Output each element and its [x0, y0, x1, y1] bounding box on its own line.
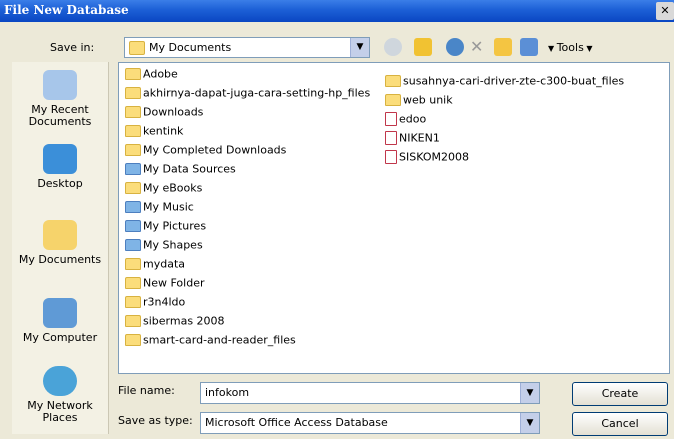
list-item[interactable]: susahnya-cari-driver-zte-c300-buat_files	[385, 74, 624, 92]
recent-documents-icon	[43, 70, 77, 100]
file-name-input[interactable]: infokom ▼	[200, 382, 540, 404]
new-folder-icon[interactable]	[494, 38, 512, 56]
list-item[interactable]: kentink	[125, 124, 183, 142]
cancel-button[interactable]: Cancel	[572, 412, 668, 436]
places-bar: My Recent Documents Desktop My Documents…	[12, 62, 109, 434]
my-computer-icon	[43, 298, 77, 328]
search-web-icon[interactable]	[446, 38, 464, 56]
folder-icon	[129, 41, 145, 55]
pictures-folder-icon	[125, 220, 141, 232]
my-documents-icon	[43, 220, 77, 250]
file-name-label: File name:	[118, 384, 175, 397]
delete-icon[interactable]: ✕	[470, 38, 488, 56]
place-label: My Recent Documents	[28, 103, 92, 128]
title-bar[interactable]: File New Database ✕	[0, 0, 674, 22]
save-as-type-select[interactable]: Microsoft Office Access Database ▼	[200, 412, 540, 434]
save-in-value: My Documents	[149, 41, 232, 54]
place-my-documents[interactable]: My Documents	[12, 220, 108, 266]
desktop-icon	[43, 144, 77, 174]
list-item[interactable]: web unik	[385, 93, 453, 111]
place-label: Desktop	[37, 177, 83, 190]
list-item[interactable]: New Folder	[125, 276, 204, 294]
list-item[interactable]: smart-card-and-reader_files	[125, 333, 296, 351]
folder-icon	[125, 125, 141, 137]
list-item[interactable]: edoo	[385, 112, 426, 130]
window-title: File New Database	[4, 3, 129, 17]
folder-icon	[385, 75, 401, 87]
views-icon[interactable]	[520, 38, 538, 56]
folder-icon	[125, 182, 141, 194]
list-item[interactable]: My Pictures	[125, 219, 206, 237]
list-item[interactable]: NIKEN1	[385, 131, 440, 149]
place-label: My Computer	[22, 331, 98, 344]
list-item[interactable]: My Music	[125, 200, 194, 218]
shapes-folder-icon	[125, 239, 141, 251]
folder-icon	[125, 87, 141, 99]
list-item[interactable]: My Shapes	[125, 238, 203, 256]
folder-icon	[125, 277, 141, 289]
chevron-down-icon: ▼	[548, 44, 557, 53]
network-places-icon	[43, 366, 77, 396]
list-item[interactable]: Adobe	[125, 67, 178, 85]
create-button[interactable]: Create	[572, 382, 668, 406]
access-file-icon	[385, 150, 397, 164]
folder-icon	[125, 68, 141, 80]
file-name-value: infokom	[205, 386, 250, 399]
chevron-down-icon[interactable]: ▼	[520, 413, 539, 433]
place-my-computer[interactable]: My Computer	[12, 298, 108, 344]
save-as-type-value: Microsoft Office Access Database	[205, 416, 388, 429]
list-item[interactable]: r3n4ldo	[125, 295, 185, 313]
place-my-network-places[interactable]: My Network Places	[12, 366, 108, 424]
chevron-down-icon[interactable]: ▼	[520, 383, 539, 403]
folder-icon	[125, 334, 141, 346]
save-in-dropdown[interactable]: My Documents ▼	[124, 37, 370, 58]
list-item[interactable]: mydata	[125, 257, 185, 275]
list-item[interactable]: My eBooks	[125, 181, 202, 199]
folder-icon	[125, 258, 141, 270]
list-item[interactable]: SISKOM2008	[385, 150, 469, 168]
place-my-recent-documents[interactable]: My Recent Documents	[12, 70, 108, 128]
back-icon[interactable]	[384, 38, 402, 56]
access-file-icon	[385, 112, 397, 126]
access-file-icon	[385, 131, 397, 145]
music-folder-icon	[125, 201, 141, 213]
list-item[interactable]: akhirnya-dapat-juga-cara-setting-hp_file…	[125, 86, 370, 104]
place-label: My Network Places	[27, 399, 93, 424]
close-button[interactable]: ✕	[656, 2, 674, 20]
data-sources-icon	[125, 163, 141, 175]
list-item[interactable]: Downloads	[125, 105, 203, 123]
tools-menu[interactable]: ▼ Tools ▼	[548, 41, 593, 54]
save-in-label: Save in:	[50, 41, 95, 54]
folder-icon	[125, 106, 141, 118]
folder-icon	[385, 94, 401, 106]
place-label: My Documents	[18, 253, 102, 266]
chevron-down-icon[interactable]: ▼	[350, 38, 369, 57]
place-desktop[interactable]: Desktop	[12, 144, 108, 190]
folder-icon	[125, 315, 141, 327]
list-item[interactable]: My Data Sources	[125, 162, 236, 180]
folder-icon	[125, 296, 141, 308]
list-item[interactable]: sibermas 2008	[125, 314, 225, 332]
folder-icon	[125, 144, 141, 156]
up-folder-icon[interactable]	[414, 38, 432, 56]
file-list[interactable]: Adobe akhirnya-dapat-juga-cara-setting-h…	[118, 62, 670, 374]
list-item[interactable]: My Completed Downloads	[125, 143, 286, 161]
save-as-type-label: Save as type:	[118, 414, 193, 427]
